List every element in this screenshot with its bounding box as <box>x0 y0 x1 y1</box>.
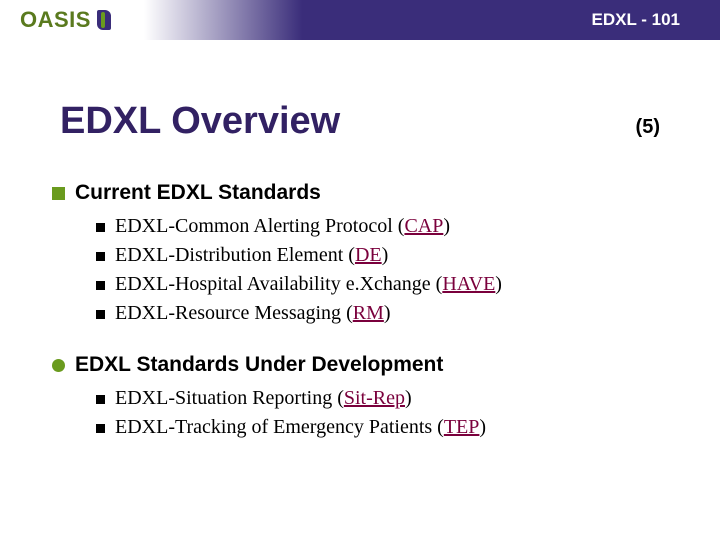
slide: OASIS EDXL - 101 EDXL Overview (5) Curre… <box>0 0 720 540</box>
section-current: Current EDXL Standards EDXL-Common Alert… <box>60 181 660 325</box>
logo-mark-icon <box>97 10 111 30</box>
small-square-bullet-icon <box>96 281 105 290</box>
small-square-bullet-icon <box>96 424 105 433</box>
small-square-bullet-icon <box>96 395 105 404</box>
circle-bullet-icon <box>52 359 65 372</box>
small-square-bullet-icon <box>96 223 105 232</box>
item-acronym: RM <box>353 302 384 324</box>
item-text: EDXL-Resource Messaging (RM) <box>115 302 391 325</box>
slide-body: EDXL Overview (5) Current EDXL Standards… <box>0 40 720 439</box>
item-text: EDXL-Common Alerting Protocol (CAP) <box>115 215 450 238</box>
list-item: EDXL-Tracking of Emergency Patients (TEP… <box>96 416 660 439</box>
section-title: EDXL Standards Under Development <box>75 353 443 377</box>
item-acronym: CAP <box>404 215 443 237</box>
header-label: EDXL - 101 <box>591 10 680 30</box>
list-item: EDXL-Distribution Element (DE) <box>96 244 660 267</box>
list-item: EDXL-Hospital Availability e.Xchange (HA… <box>96 273 660 296</box>
sub-list: EDXL-Situation Reporting (Sit-Rep) EDXL-… <box>96 387 660 439</box>
small-square-bullet-icon <box>96 252 105 261</box>
square-bullet-icon <box>52 187 65 200</box>
item-acronym: Sit-Rep <box>344 387 405 409</box>
page-number: (5) <box>636 116 660 139</box>
section-head: EDXL Standards Under Development <box>52 353 660 377</box>
item-acronym: HAVE <box>442 273 495 295</box>
section-head: Current EDXL Standards <box>52 181 660 205</box>
item-text: EDXL-Tracking of Emergency Patients (TEP… <box>115 416 486 439</box>
item-acronym: DE <box>355 244 382 266</box>
header-bar: OASIS EDXL - 101 <box>0 0 720 40</box>
logo-text: OASIS <box>20 7 91 33</box>
item-text: EDXL-Hospital Availability e.Xchange (HA… <box>115 273 502 296</box>
item-text: EDXL-Distribution Element (DE) <box>115 244 388 267</box>
list-item: EDXL-Common Alerting Protocol (CAP) <box>96 215 660 238</box>
logo: OASIS <box>0 7 111 33</box>
list-item: EDXL-Situation Reporting (Sit-Rep) <box>96 387 660 410</box>
slide-title: EDXL Overview <box>60 100 340 143</box>
section-title: Current EDXL Standards <box>75 181 321 205</box>
small-square-bullet-icon <box>96 310 105 319</box>
sub-list: EDXL-Common Alerting Protocol (CAP) EDXL… <box>96 215 660 325</box>
item-text: EDXL-Situation Reporting (Sit-Rep) <box>115 387 412 410</box>
list-item: EDXL-Resource Messaging (RM) <box>96 302 660 325</box>
item-acronym: TEP <box>444 416 480 438</box>
title-row: EDXL Overview (5) <box>60 100 660 143</box>
section-under-dev: EDXL Standards Under Development EDXL-Si… <box>60 353 660 439</box>
